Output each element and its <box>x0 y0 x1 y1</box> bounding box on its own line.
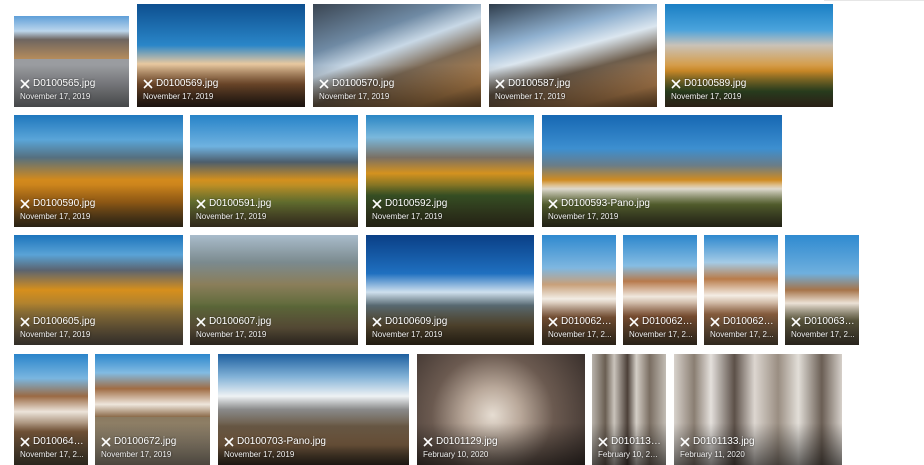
crossed-tools-icon <box>423 437 433 447</box>
crossed-tools-icon <box>791 317 801 327</box>
crossed-tools-icon <box>196 317 206 327</box>
crossed-tools-icon <box>629 317 639 327</box>
photo-filename: D0100632.... <box>791 316 855 328</box>
crossed-tools-icon <box>196 199 206 209</box>
photo-tile[interactable]: D0101132.... February 10, 2020 <box>592 354 666 465</box>
crossed-tools-icon <box>101 437 111 447</box>
photo-tile[interactable]: D0100587.jpg November 17, 2019 <box>489 4 657 107</box>
photo-date: November 17, 2019 <box>196 330 267 339</box>
crossed-tools-icon <box>548 199 558 209</box>
photo-filename: D0100623.... <box>548 316 612 328</box>
photo-filename: D0100605.jpg <box>20 316 179 328</box>
photo-tile[interactable]: D0100565.jpg November 17, 2019 <box>14 16 129 107</box>
photo-tile[interactable]: D0100643.... November 17, 2... <box>14 354 88 465</box>
photo-date: November 17, 2... <box>629 330 693 339</box>
photo-filename: D0100643.... <box>20 436 84 448</box>
crossed-tools-icon <box>143 79 153 89</box>
photo-gallery: D0100565.jpg November 17, 2019 D0100569.… <box>0 0 924 465</box>
photo-tile[interactable]: D0100609.jpg November 17, 2019 <box>366 235 534 345</box>
crossed-tools-icon <box>372 199 382 209</box>
photo-filename: D0100591.jpg <box>196 198 354 210</box>
crossed-tools-icon <box>319 79 329 89</box>
photo-filename: D0100624.... <box>629 316 693 328</box>
photo-date: November 17, 2019 <box>20 212 91 221</box>
photo-date: February 11, 2020 <box>680 450 745 459</box>
photo-date: November 17, 2019 <box>548 212 619 221</box>
crossed-tools-icon <box>20 79 30 89</box>
photo-tile[interactable]: D0100591.jpg November 17, 2019 <box>190 115 358 227</box>
photo-filename: D0101133.jpg <box>680 436 838 448</box>
photo-filename: D0100592.jpg <box>372 198 530 210</box>
photo-date: November 17, 2019 <box>196 212 267 221</box>
photo-thumbnail <box>14 16 129 59</box>
photo-tile[interactable]: D0100593-Pano.jpg November 17, 2019 <box>542 115 782 227</box>
photo-tile[interactable]: D0100632.... November 17, 2... <box>785 235 859 345</box>
divider <box>824 0 924 1</box>
photo-filename: D0101132.... <box>598 436 662 448</box>
crossed-tools-icon <box>680 437 690 447</box>
photo-tile[interactable]: D0100624.... November 17, 2... <box>623 235 697 345</box>
photo-date: February 10, 2020 <box>423 450 489 459</box>
photo-date: November 17, 2019 <box>319 92 390 101</box>
photo-tile[interactable]: D0100569.jpg November 17, 2019 <box>137 4 305 107</box>
photo-date: November 17, 2019 <box>224 450 295 459</box>
photo-date: November 17, 2019 <box>101 450 172 459</box>
photo-thumbnail <box>95 354 210 417</box>
photo-tile[interactable]: D0100623.... November 17, 2... <box>542 235 616 345</box>
crossed-tools-icon <box>710 317 720 327</box>
photo-date: November 17, 2019 <box>20 330 91 339</box>
photo-date: November 17, 2019 <box>495 92 566 101</box>
photo-date: November 17, 2019 <box>143 92 214 101</box>
photo-date: November 17, 2019 <box>20 92 91 101</box>
crossed-tools-icon <box>671 79 681 89</box>
photo-filename: D0100672.jpg <box>101 436 206 448</box>
photo-date: November 17, 2... <box>710 330 774 339</box>
photo-tile[interactable]: D0101129.jpg February 10, 2020 <box>417 354 585 465</box>
crossed-tools-icon <box>224 437 234 447</box>
photo-filename: D0100587.jpg <box>495 78 653 90</box>
crossed-tools-icon <box>495 79 505 89</box>
photo-tile[interactable]: D0101133.jpg February 11, 2020 <box>674 354 842 465</box>
photo-date: November 17, 2019 <box>372 212 443 221</box>
crossed-tools-icon <box>598 437 608 447</box>
photo-tile[interactable]: D0100570.jpg November 17, 2019 <box>313 4 481 107</box>
photo-tile[interactable]: D0100703-Pano.jpg November 17, 2019 <box>218 354 409 465</box>
crossed-tools-icon <box>548 317 558 327</box>
photo-filename: D0100569.jpg <box>143 78 301 90</box>
photo-tile[interactable]: D0100589.jpg November 17, 2019 <box>665 4 833 107</box>
photo-filename: D0100607.jpg <box>196 316 354 328</box>
photo-date: November 17, 2... <box>20 450 84 459</box>
photo-filename: D0101129.jpg <box>423 436 581 448</box>
photo-filename: D0100627.... <box>710 316 774 328</box>
photo-date: November 17, 2... <box>791 330 855 339</box>
photo-filename: D0100609.jpg <box>372 316 530 328</box>
photo-filename: D0100590.jpg <box>20 198 179 210</box>
photo-filename: D0100565.jpg <box>20 78 125 90</box>
photo-filename: D0100703-Pano.jpg <box>224 436 405 448</box>
photo-tile[interactable]: D0100592.jpg November 17, 2019 <box>366 115 534 227</box>
photo-date: February 10, 2020 <box>598 450 662 459</box>
photo-filename: D0100589.jpg <box>671 78 829 90</box>
crossed-tools-icon <box>20 437 30 447</box>
photo-tile[interactable]: D0100607.jpg November 17, 2019 <box>190 235 358 345</box>
photo-filename: D0100570.jpg <box>319 78 477 90</box>
photo-date: November 17, 2019 <box>671 92 742 101</box>
crossed-tools-icon <box>372 317 382 327</box>
crossed-tools-icon <box>20 317 30 327</box>
crossed-tools-icon <box>20 199 30 209</box>
photo-tile[interactable]: D0100605.jpg November 17, 2019 <box>14 235 183 345</box>
photo-tile[interactable]: D0100627.... November 17, 2... <box>704 235 778 345</box>
photo-date: November 17, 2019 <box>372 330 443 339</box>
photo-date: November 17, 2... <box>548 330 612 339</box>
photo-filename: D0100593-Pano.jpg <box>548 198 778 210</box>
photo-tile[interactable]: D0100672.jpg November 17, 2019 <box>95 354 210 465</box>
photo-tile[interactable]: D0100590.jpg November 17, 2019 <box>14 115 183 227</box>
